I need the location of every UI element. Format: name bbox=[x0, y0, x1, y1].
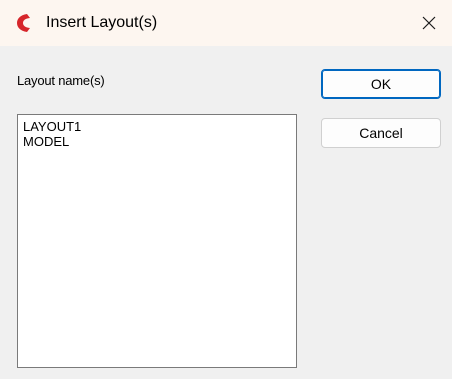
title-bar[interactable]: Insert Layout(s) bbox=[0, 0, 452, 46]
close-icon bbox=[422, 16, 436, 30]
close-button[interactable] bbox=[406, 0, 452, 46]
layout-names-label: Layout name(s) bbox=[17, 73, 105, 88]
insert-layouts-dialog: Insert Layout(s) Layout name(s) LAYOUT1 … bbox=[0, 0, 452, 379]
list-item[interactable]: MODEL bbox=[18, 134, 296, 149]
layout-names-listbox[interactable]: LAYOUT1 MODEL bbox=[17, 114, 297, 368]
app-logo-icon bbox=[17, 14, 30, 32]
list-item[interactable]: LAYOUT1 bbox=[18, 119, 296, 134]
dialog-body: Layout name(s) LAYOUT1 MODEL OK Cancel bbox=[0, 46, 452, 379]
window-title: Insert Layout(s) bbox=[46, 14, 158, 31]
cancel-button[interactable]: Cancel bbox=[321, 118, 441, 148]
ok-button[interactable]: OK bbox=[321, 69, 441, 99]
